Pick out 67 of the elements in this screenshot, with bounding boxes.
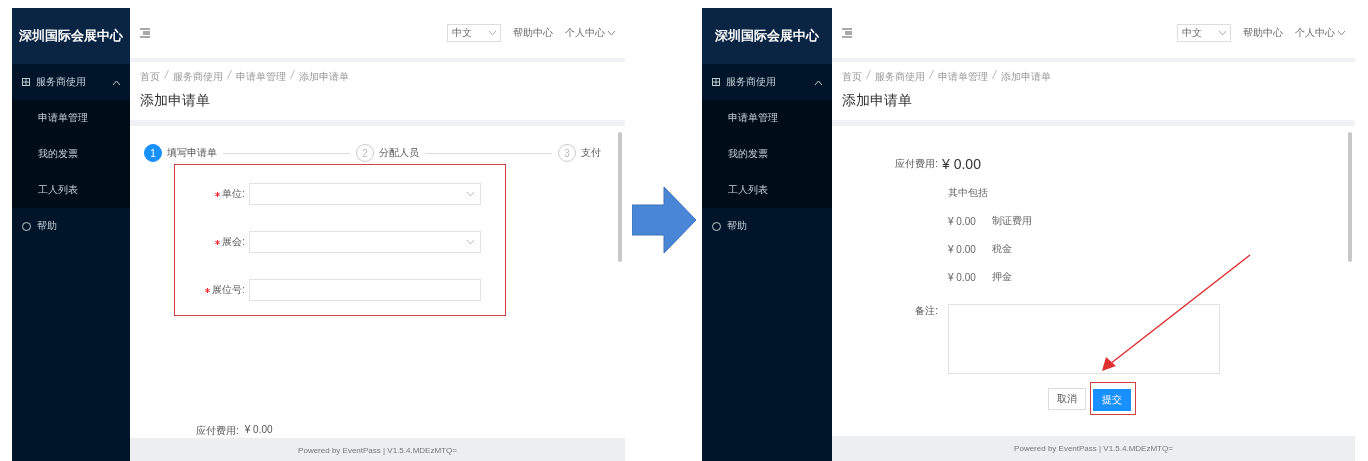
app-title: 深圳国际会展中心 <box>702 8 832 64</box>
select-field[interactable] <box>249 183 481 205</box>
language-select[interactable]: 中文 <box>1177 24 1231 42</box>
right-arrow-icon <box>631 186 696 253</box>
cancel-button[interactable]: 取消 <box>1048 387 1086 410</box>
fee-item-amount: ¥ 0.00 <box>948 243 977 255</box>
fee-item-name: 押金 <box>992 270 1012 284</box>
help-icon <box>712 221 721 231</box>
includes-label: 其中包括 <box>948 186 988 200</box>
field-label: 单位: <box>222 187 245 201</box>
menu-group[interactable]: 服务商使用 <box>702 64 832 100</box>
step-number: 1 <box>144 144 162 162</box>
menu-item[interactable]: 申请单管理 <box>702 100 832 136</box>
select-field[interactable] <box>249 231 481 253</box>
help-icon <box>22 221 31 231</box>
user-menu[interactable]: 个人中心 <box>565 26 605 40</box>
chevron-down-icon <box>467 192 474 196</box>
page-title: 添加申请单 <box>842 92 913 110</box>
chevron-down-icon <box>1219 31 1226 35</box>
breadcrumb-separator-icon <box>929 70 934 79</box>
breadcrumb-separator-icon <box>164 70 169 79</box>
language-select[interactable]: 中文 <box>447 24 501 42</box>
breadcrumb-separator-icon <box>992 70 997 79</box>
chevron-down-icon <box>1338 31 1345 35</box>
fee-item-name: 制证费用 <box>992 214 1032 228</box>
fee-amount: ¥ 0.00 <box>942 156 981 172</box>
field-label: 展会: <box>222 235 245 249</box>
help-link[interactable]: 帮助中心 <box>513 26 553 40</box>
step-label: 支付 <box>581 146 601 160</box>
chevron-down-icon <box>489 31 496 35</box>
remark-label: 备注: <box>914 304 938 318</box>
menu-group[interactable]: 服务商使用 <box>12 64 130 100</box>
footer-text: Powered by EventPass | V1.5.4.MDEzMTQ= <box>832 436 1355 461</box>
field-label: 展位号: <box>212 283 245 297</box>
menu-icon[interactable] <box>842 28 852 38</box>
fee-amount: ¥ 0.00 <box>244 424 273 437</box>
help-link[interactable]: 帮助中心 <box>1243 26 1283 40</box>
app-title: 深圳国际会展中心 <box>12 8 130 64</box>
user-menu[interactable]: 个人中心 <box>1295 26 1335 40</box>
fee-label: 应付费用: <box>894 157 938 171</box>
step-label: 填写申请单 <box>167 146 217 160</box>
fee-item-name: 税金 <box>992 242 1012 256</box>
grid-icon <box>22 78 30 86</box>
scrollbar[interactable] <box>1348 132 1352 262</box>
menu-item[interactable]: 帮助 <box>727 219 822 233</box>
fee-item-amount: ¥ 0.00 <box>948 271 977 283</box>
step-label: 分配人员 <box>379 146 419 160</box>
menu-item[interactable]: 申请单管理 <box>12 100 130 136</box>
fee-label: 应付费用: <box>196 424 239 438</box>
breadcrumb-separator-icon <box>227 70 232 79</box>
grid-icon <box>712 78 720 86</box>
remark-field[interactable] <box>948 304 1220 374</box>
page-title: 添加申请单 <box>140 92 211 110</box>
input-field[interactable] <box>249 279 481 301</box>
menu-item[interactable]: 帮助 <box>37 219 120 233</box>
menu-icon[interactable] <box>140 28 150 38</box>
menu-item[interactable]: 我的发票 <box>702 136 832 172</box>
breadcrumb-separator-icon <box>290 70 295 79</box>
footer-text: Powered by EventPass | V1.5.4.MDEzMTQ= <box>130 438 625 461</box>
scrollbar[interactable] <box>618 132 622 262</box>
breadcrumb-separator-icon <box>866 70 871 79</box>
menu-item[interactable]: 我的发票 <box>12 136 130 172</box>
chevron-down-icon <box>467 240 474 244</box>
menu-item[interactable]: 工人列表 <box>12 172 130 208</box>
fee-item-amount: ¥ 0.00 <box>948 215 977 227</box>
menu-item[interactable]: 工人列表 <box>702 172 832 208</box>
chevron-down-icon <box>608 31 615 35</box>
